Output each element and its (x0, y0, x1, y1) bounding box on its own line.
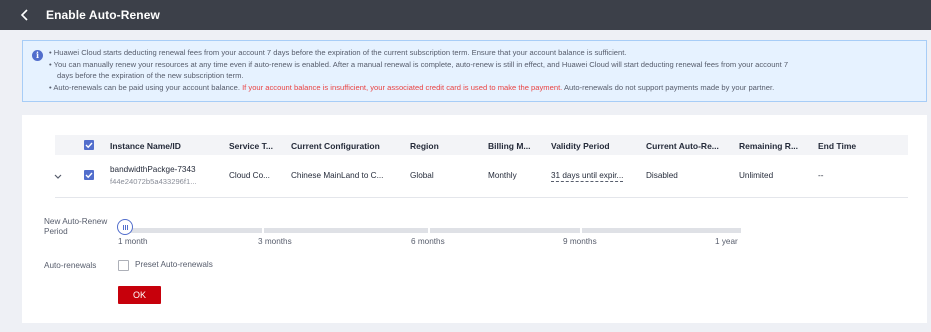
chevron-left-icon (20, 9, 28, 21)
instance-name: bandwidthPackge-7343 (110, 165, 196, 174)
select-all-checkbox[interactable] (84, 140, 94, 150)
cell-validity-period[interactable]: 31 days until expir... (551, 171, 624, 182)
grip-line (127, 225, 128, 230)
cell-service-type: Cloud Co... (229, 171, 270, 180)
period-tick-9-months[interactable]: 9 months (563, 237, 597, 246)
ok-button[interactable]: OK (118, 286, 161, 304)
period-slider-handle[interactable] (117, 219, 133, 235)
grip-line (123, 225, 124, 230)
notice-line-1: • Huawei Cloud starts deducting renewal … (49, 48, 627, 57)
notice-line-2: • You can manually renew your resources … (49, 60, 789, 69)
row-divider (55, 197, 908, 198)
instance-id: f44e24072b5a433296f1... (110, 177, 197, 186)
period-tick-1-month[interactable]: 1 month (118, 237, 148, 246)
expand-row-button[interactable] (53, 173, 63, 181)
page-title: Enable Auto-Renew (46, 8, 160, 22)
cell-billing-mode: Monthly (488, 171, 517, 180)
grip-line (125, 225, 126, 230)
back-button[interactable] (18, 7, 32, 23)
column-end-time[interactable]: End Time (818, 141, 856, 151)
chevron-down-icon (54, 174, 62, 179)
cell-end-time: -- (818, 171, 824, 180)
row-checkbox[interactable] (84, 170, 94, 180)
cell-auto-renew-status: Disabled (646, 171, 678, 180)
column-current-auto-renew[interactable]: Current Auto-Re... (646, 141, 719, 151)
cell-configuration: Chinese MainLand to C... (291, 171, 384, 180)
notice-line-4: • Auto-renewals can be paid using your a… (49, 83, 774, 93)
info-notice: i • Huawei Cloud starts deducting renewa… (22, 40, 927, 102)
column-service-type[interactable]: Service T... (229, 141, 273, 151)
page-header: Enable Auto-Renew (0, 0, 931, 30)
period-slider-segment[interactable] (430, 228, 580, 233)
preset-auto-renewals-label[interactable]: Preset Auto-renewals (135, 260, 213, 270)
column-current-configuration[interactable]: Current Configuration (291, 141, 380, 151)
period-label: New Auto-Renew Period (44, 217, 108, 236)
cell-region: Global (410, 171, 434, 180)
column-validity-period[interactable]: Validity Period (551, 141, 610, 151)
cell-remaining-renewals: Unlimited (739, 171, 774, 180)
preset-auto-renewals-checkbox[interactable] (118, 260, 129, 271)
period-slider-segment[interactable] (582, 228, 741, 233)
notice-line-4-text: • Auto-renewals can be paid using your a… (49, 83, 243, 92)
column-region[interactable]: Region (410, 141, 439, 151)
credit-card-warning: If your account balance is insufficient,… (242, 83, 563, 92)
period-tick-3-months[interactable]: 3 months (258, 237, 292, 246)
column-remaining-renewals[interactable]: Remaining R... (739, 141, 798, 151)
info-icon: i (32, 50, 43, 61)
auto-renewals-label: Auto-renewals (44, 261, 97, 270)
period-tick-1-year[interactable]: 1 year (715, 237, 738, 246)
period-tick-6-months[interactable]: 6 months (411, 237, 445, 246)
period-slider-segment[interactable] (264, 228, 428, 233)
check-icon (85, 172, 93, 179)
period-slider-segment[interactable] (125, 228, 262, 233)
check-icon (85, 142, 93, 149)
notice-line-3: days before the expiration of the new su… (57, 71, 244, 80)
column-billing-mode[interactable]: Billing M... (488, 141, 531, 151)
notice-line-4-suffix: Auto-renewals do not support payments ma… (562, 83, 775, 92)
column-instance-name[interactable]: Instance Name/ID (110, 141, 181, 151)
